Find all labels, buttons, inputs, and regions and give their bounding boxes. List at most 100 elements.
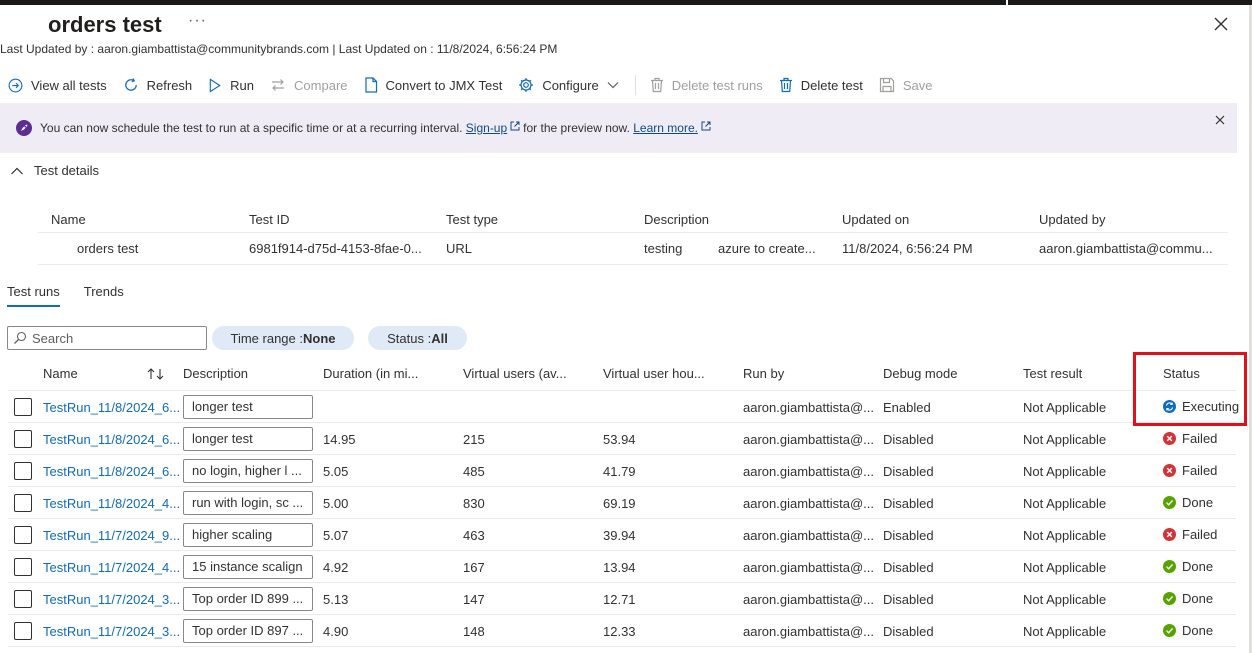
col-header-name[interactable]: Name — [43, 366, 78, 381]
row-checkbox[interactable] — [14, 526, 32, 544]
done-icon — [1163, 624, 1176, 637]
col-header-duration[interactable]: Duration (in mi... — [323, 366, 418, 381]
debug-mode-cell: Disabled — [883, 464, 934, 479]
row-checkbox[interactable] — [14, 590, 32, 608]
run-by-cell: aaron.giambattista@... — [743, 560, 874, 575]
sort-icon[interactable] — [147, 367, 165, 381]
virtual-users-cell: 463 — [463, 528, 485, 543]
table-row[interactable]: TestRun_11/7/2024_9... higher scaling 5.07… — [8, 519, 1236, 551]
details-header-test-type: Test type — [446, 212, 499, 227]
delete-test-button[interactable]: Delete test — [779, 74, 863, 96]
row-checkbox[interactable] — [14, 430, 32, 448]
test-run-link[interactable]: TestRun_11/8/2024_6... — [43, 432, 180, 447]
description-field[interactable]: run with login, sc ... — [183, 491, 313, 515]
table-row[interactable]: TestRun_11/7/2024_3... Top order ID 899 .… — [8, 583, 1236, 615]
more-options-button[interactable]: ··· — [188, 12, 207, 30]
test-run-link[interactable]: TestRun_11/7/2024_9... — [43, 528, 180, 543]
row-checkbox[interactable] — [14, 494, 32, 512]
test-run-link[interactable]: TestRun_11/7/2024_3... — [43, 592, 180, 607]
details-description-value: testing — [644, 241, 683, 256]
run-button[interactable]: Run — [208, 74, 254, 96]
time-range-filter[interactable]: Time range : None — [212, 326, 354, 350]
external-link-icon — [701, 121, 711, 131]
virtual-user-hours-cell: 12.71 — [603, 592, 636, 607]
test-result-cell: Not Applicable — [1023, 528, 1107, 543]
debug-mode-cell: Disabled — [883, 560, 934, 575]
search-box[interactable] — [7, 326, 207, 350]
tab-trends[interactable]: Trends — [84, 284, 124, 307]
banner-text-before: You can now schedule the test to run at … — [40, 121, 463, 135]
description-field[interactable]: 15 instance scalign — [183, 555, 313, 579]
row-checkbox[interactable] — [14, 462, 32, 480]
details-header-test-id: Test ID — [249, 212, 290, 227]
signup-link[interactable]: Sign-up — [466, 121, 507, 135]
description-field[interactable]: Top order ID 899 ... — [183, 587, 313, 611]
test-result-cell: Not Applicable — [1023, 496, 1107, 511]
table-row[interactable]: TestRun_11/7/2024_4... 15 instance scalig… — [8, 551, 1236, 583]
col-header-debug-mode[interactable]: Debug mode — [883, 366, 957, 381]
description-field[interactable]: longer test — [183, 395, 313, 419]
debug-mode-cell: Enabled — [883, 400, 931, 415]
col-header-status[interactable]: Status — [1163, 366, 1200, 381]
view-all-tests-label: View all tests — [31, 77, 107, 93]
document-icon — [364, 77, 377, 93]
search-input[interactable] — [32, 330, 202, 346]
status-cell: Failed — [1163, 431, 1217, 446]
table-row[interactable]: TestRun_11/8/2024_4... run with login, sc… — [8, 487, 1236, 519]
col-header-description[interactable]: Description — [183, 366, 248, 381]
table-row[interactable]: TestRun_11/8/2024_6... no login, higher l… — [8, 455, 1236, 487]
refresh-button[interactable]: Refresh — [123, 74, 192, 96]
col-header-test-result[interactable]: Test result — [1023, 366, 1082, 381]
status-filter-value: All — [431, 330, 448, 346]
save-button[interactable]: Save — [879, 74, 933, 96]
arrow-right-circle-icon — [8, 78, 23, 92]
save-icon — [879, 77, 894, 93]
banner-message: You can now schedule the test to run at … — [40, 121, 714, 135]
col-header-virtual-users[interactable]: Virtual users (av... — [463, 366, 567, 381]
test-run-link[interactable]: TestRun_11/8/2024_6... — [43, 464, 180, 479]
col-header-run-by[interactable]: Run by — [743, 366, 784, 381]
duration-cell: 5.00 — [323, 496, 349, 511]
gear-icon — [519, 78, 534, 92]
test-details-toggle[interactable]: Test details — [10, 163, 99, 178]
description-field[interactable]: higher scaling — [183, 523, 313, 547]
row-checkbox[interactable] — [14, 558, 32, 576]
run-by-cell: aaron.giambattista@... — [743, 464, 874, 479]
chevron-up-icon — [11, 167, 23, 174]
status-filter[interactable]: Status : All — [368, 326, 467, 350]
description-field[interactable]: no login, higher l ... — [183, 459, 313, 483]
tab-test-runs[interactable]: Test runs — [7, 284, 60, 307]
details-header-row: Name Test ID Test type Description Updat… — [38, 204, 1228, 233]
banner-close-icon[interactable] — [1214, 114, 1226, 126]
test-run-link[interactable]: TestRun_11/8/2024_6... — [43, 400, 180, 415]
table-row[interactable]: TestRun_11/7/2024_3... Top order ID 897 .… — [8, 615, 1236, 647]
description-field[interactable]: Top order ID 897 ... — [183, 619, 313, 643]
learn-more-link[interactable]: Learn more. — [633, 121, 698, 135]
col-header-virtual-user-hours[interactable]: Virtual user hou... — [603, 366, 705, 381]
debug-mode-cell: Disabled — [883, 432, 934, 447]
run-by-cell: aaron.giambattista@... — [743, 528, 874, 543]
table-row[interactable]: TestRun_11/8/2024_6... longer test aaron.g… — [8, 391, 1239, 423]
description-field[interactable]: longer test — [183, 427, 313, 451]
test-run-link[interactable]: TestRun_11/8/2024_4... — [43, 496, 180, 511]
run-by-cell: aaron.giambattista@... — [743, 432, 874, 447]
row-checkbox[interactable] — [14, 622, 32, 640]
compare-button[interactable]: Compare — [270, 74, 348, 96]
configure-dropdown[interactable]: Configure — [518, 74, 619, 96]
test-run-link[interactable]: TestRun_11/7/2024_4... — [43, 560, 180, 575]
window-top-bar — [0, 0, 1252, 5]
failed-icon — [1163, 432, 1176, 445]
close-icon[interactable] — [1211, 14, 1231, 34]
status-text: Failed — [1182, 431, 1218, 446]
status-cell: Done — [1163, 559, 1213, 574]
delete-test-runs-button[interactable]: Delete test runs — [650, 74, 763, 96]
row-checkbox[interactable] — [14, 398, 32, 416]
time-range-label: Time range : — [230, 330, 304, 346]
debug-mode-cell: Disabled — [883, 528, 934, 543]
run-by-cell: aaron.giambattista@... — [743, 624, 874, 639]
table-row[interactable]: TestRun_11/8/2024_6... longer test 14.95 21… — [8, 423, 1236, 455]
view-all-tests-button[interactable]: View all tests — [8, 74, 107, 96]
convert-to-jmx-button[interactable]: Convert to JMX Test — [364, 74, 502, 96]
test-run-link[interactable]: TestRun_11/7/2024_3... — [43, 624, 180, 639]
details-header-description: Description — [644, 212, 710, 227]
